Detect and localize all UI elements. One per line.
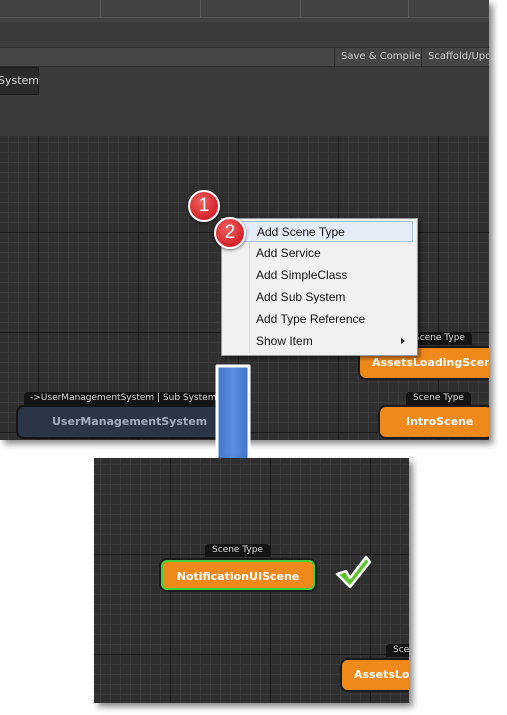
editor-screenshot-after: Scene Type NotificationUIScene Scene Typ… (94, 458, 409, 703)
menu-item-label: Add Sub System (256, 290, 346, 304)
submenu-arrow-icon (401, 338, 405, 344)
strip-cell (100, 0, 201, 18)
menu-item-add-sub-system[interactable]: Add Sub System (224, 287, 413, 308)
tab-system[interactable]: System (0, 67, 39, 95)
window-strip (0, 0, 489, 23)
node-assets-loading-scene[interactable]: AssetsLoadingScene (342, 660, 409, 690)
menu-item-show-item[interactable]: Show Item (224, 331, 413, 352)
strip-cell (408, 0, 489, 18)
node-tag-scene-type: Scene Type (406, 392, 471, 405)
menu-item-label: Add Service (256, 246, 321, 260)
strip-cell (0, 0, 101, 18)
editor-panel (0, 22, 489, 136)
context-menu: Add Scene Type Add Service Add SimpleCla… (221, 218, 418, 356)
node-user-management-system[interactable]: UserManagementSystem (18, 407, 228, 437)
node-intro-scene[interactable]: IntroScene (380, 407, 489, 437)
node-notification-ui-scene[interactable]: NotificationUIScene (161, 560, 315, 590)
node-tag-scene-type: Scene Type (386, 644, 409, 657)
save-compile-button[interactable]: Save & Compile (334, 48, 427, 66)
menu-item-label: Add Type Reference (256, 312, 366, 326)
menu-item-label: Add SimpleClass (256, 268, 348, 282)
graph-toolbar: Save & Compile Scaffold/Upd (0, 47, 489, 67)
node-tag-sub-system: ->UserManagementSystem | Sub System (24, 392, 228, 405)
step-badge-1: 1 (188, 190, 220, 222)
menu-item-add-scene-type[interactable]: Add Scene Type (224, 221, 413, 242)
scaffold-update-button[interactable]: Scaffold/Upd (421, 48, 489, 66)
menu-item-label: Show Item (256, 334, 313, 348)
step-badge-2: 2 (214, 217, 246, 249)
menu-item-add-simpleclass[interactable]: Add SimpleClass (224, 265, 413, 286)
menu-item-add-service[interactable]: Add Service (224, 243, 413, 264)
strip-cell (200, 0, 301, 18)
checkmark-icon (335, 555, 372, 589)
menu-item-add-type-reference[interactable]: Add Type Reference (224, 309, 413, 330)
menu-item-label: Add Scene Type (257, 225, 345, 239)
node-tag-scene-type: Scene Type (205, 544, 270, 557)
strip-cell (300, 0, 409, 18)
